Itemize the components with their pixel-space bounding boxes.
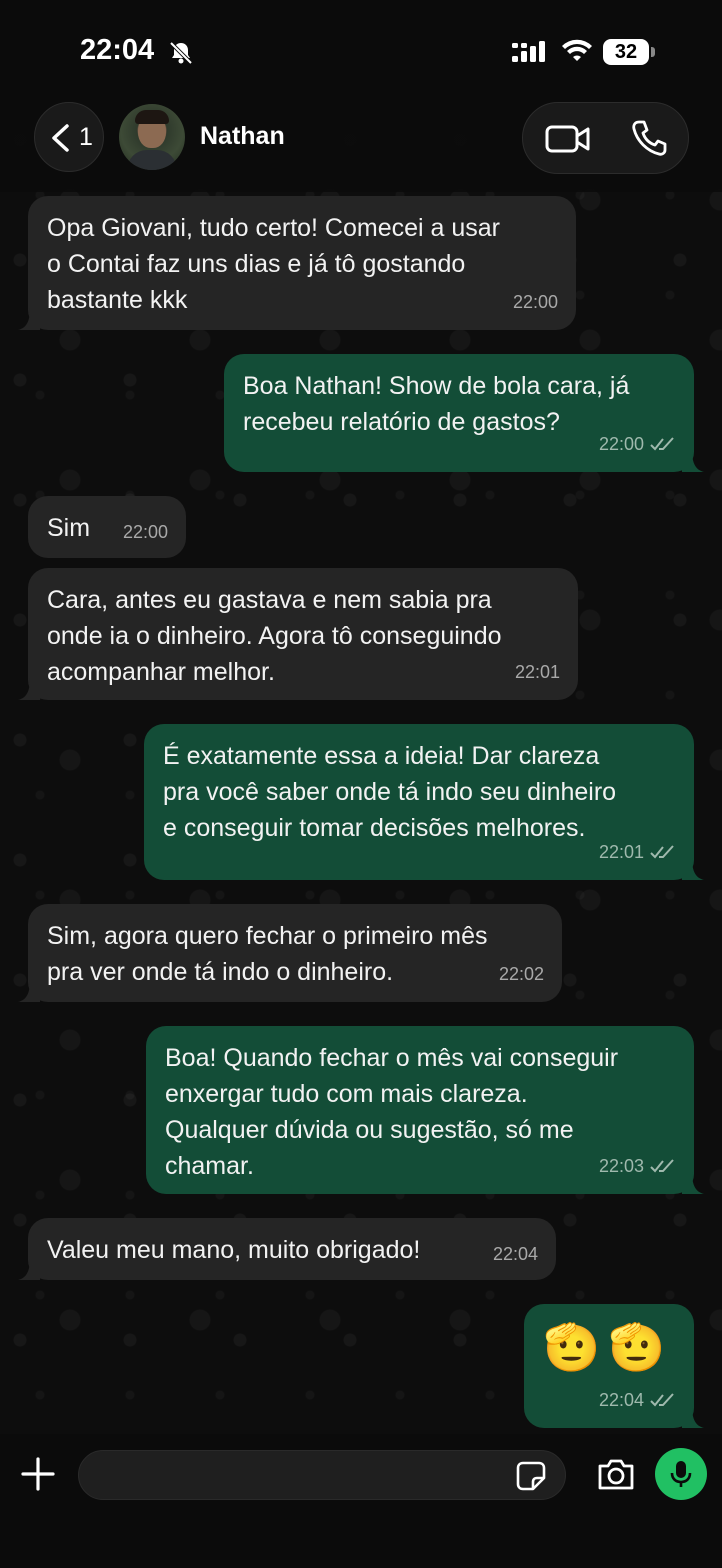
unread-count: 1: [79, 123, 93, 151]
wifi-icon: [562, 39, 592, 61]
battery-nub: [651, 47, 655, 57]
message-meta: 22:03: [599, 1148, 676, 1184]
double-check-icon: [650, 845, 674, 859]
message-bubble-outgoing[interactable]: Boa! Quando fechar o mês vai conseguir e…: [146, 1026, 704, 1194]
message-bubble-incoming[interactable]: Opa Giovani, tudo certo! Comecei a usar …: [18, 196, 576, 330]
bubble-tail: [682, 858, 704, 880]
message-meta: 22:01: [515, 654, 560, 690]
bubble-tail: [682, 1406, 704, 1428]
message-bubble-outgoing[interactable]: É exatamente essa a ideia! Dar clareza p…: [144, 724, 704, 880]
message-time: 22:02: [498, 964, 544, 984]
bubble-tail: [18, 980, 40, 1002]
message-emoji: 🫡🫡: [543, 1321, 674, 1373]
battery-icon: 32: [603, 39, 649, 65]
message-time: 22:04: [598, 1390, 644, 1410]
message-meta: 22:04: [599, 1382, 676, 1418]
status-time: 22:04: [80, 34, 155, 66]
message-bubble-incoming[interactable]: Cara, antes eu gastava e nem sabia pra o…: [18, 568, 578, 700]
sticker-icon[interactable]: [515, 1460, 547, 1492]
message-text: É exatamente essa a ideia! Dar clareza p…: [163, 742, 617, 842]
message-time: 22:01: [514, 662, 560, 682]
double-check-icon: [650, 437, 674, 451]
chat-header: 1 Nathan: [0, 100, 722, 192]
avatar[interactable]: [119, 104, 185, 170]
message-text: Opa Giovani, tudo certo! Comecei a usar …: [47, 214, 501, 314]
message-bubble-outgoing[interactable]: Boa Nathan! Show de bola cara, já recebe…: [224, 354, 704, 472]
message-text: Cara, antes eu gastava e nem sabia pra o…: [47, 586, 502, 686]
message-input[interactable]: [78, 1450, 566, 1500]
contact-name[interactable]: Nathan: [200, 122, 285, 151]
message-bubble-incoming[interactable]: Valeu meu mano, muito obrigado! 22:04: [18, 1218, 556, 1280]
message-text: Valeu meu mano, muito obrigado!: [47, 1236, 421, 1264]
chevron-left-icon: [52, 124, 69, 152]
bubble-tail: [18, 678, 40, 700]
avatar-body: [127, 150, 177, 170]
message-time: 22:03: [598, 1156, 644, 1176]
message-meta: 22:01: [599, 834, 676, 870]
avatar-hair: [135, 110, 169, 124]
composer-bar: [0, 1434, 722, 1568]
message-text: Sim, agora quero fechar o primeiro mês p…: [47, 922, 488, 986]
message-bubble-incoming[interactable]: Sim 22:00: [28, 496, 186, 558]
status-bar: 22:04 32: [0, 0, 722, 100]
double-check-icon: [650, 1393, 674, 1407]
message-time: 22:00: [122, 522, 168, 542]
message-time: 22:00: [512, 292, 558, 312]
bubble-tail: [18, 1258, 40, 1280]
message-meta: 22:00: [513, 284, 558, 320]
signal-icon: [512, 41, 545, 62]
message-time: 22:04: [492, 1244, 538, 1264]
mic-button[interactable]: [655, 1448, 707, 1500]
mic-icon: [670, 1461, 692, 1487]
message-meta: 22:00: [599, 426, 676, 462]
phone-icon[interactable]: [631, 119, 667, 157]
message-meta: 22:00: [123, 514, 168, 550]
message-time: 22:01: [598, 842, 644, 862]
bubble-tail: [682, 1172, 704, 1194]
bell-off-icon: [169, 41, 193, 65]
call-actions: [522, 102, 689, 174]
message-meta: 22:04: [493, 1236, 538, 1272]
bubble-tail: [682, 450, 704, 472]
message-time: 22:00: [598, 434, 644, 454]
message-bubble-outgoing[interactable]: 🫡🫡 22:04: [524, 1304, 704, 1428]
camera-icon[interactable]: [596, 1456, 636, 1492]
message-bubble-incoming[interactable]: Sim, agora quero fechar o primeiro mês p…: [18, 904, 562, 1002]
double-check-icon: [650, 1159, 674, 1173]
message-meta: 22:02: [499, 956, 544, 992]
bubble-tail: [18, 308, 40, 330]
video-call-icon[interactable]: [545, 123, 591, 155]
back-button[interactable]: 1: [34, 102, 104, 172]
plus-icon[interactable]: [20, 1456, 56, 1492]
